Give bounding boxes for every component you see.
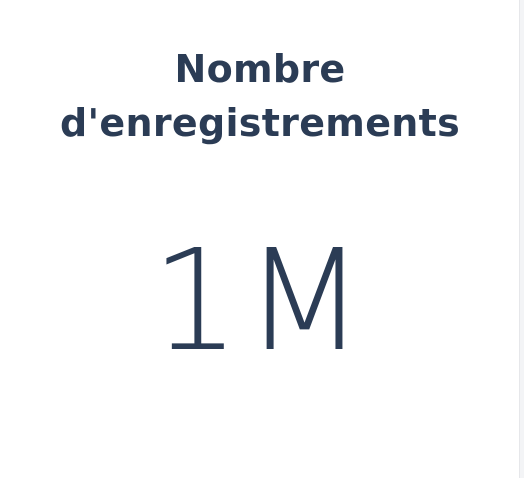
metric-title-line-2: d'enregistrements	[60, 101, 460, 145]
metric-value: 1M	[151, 220, 369, 383]
metric-title: Nombre d'enregistrements	[0, 42, 520, 150]
metric-card: Nombre d'enregistrements 1M	[0, 0, 520, 478]
metric-title-line-1: Nombre	[174, 47, 346, 91]
panel-divider	[520, 0, 524, 478]
